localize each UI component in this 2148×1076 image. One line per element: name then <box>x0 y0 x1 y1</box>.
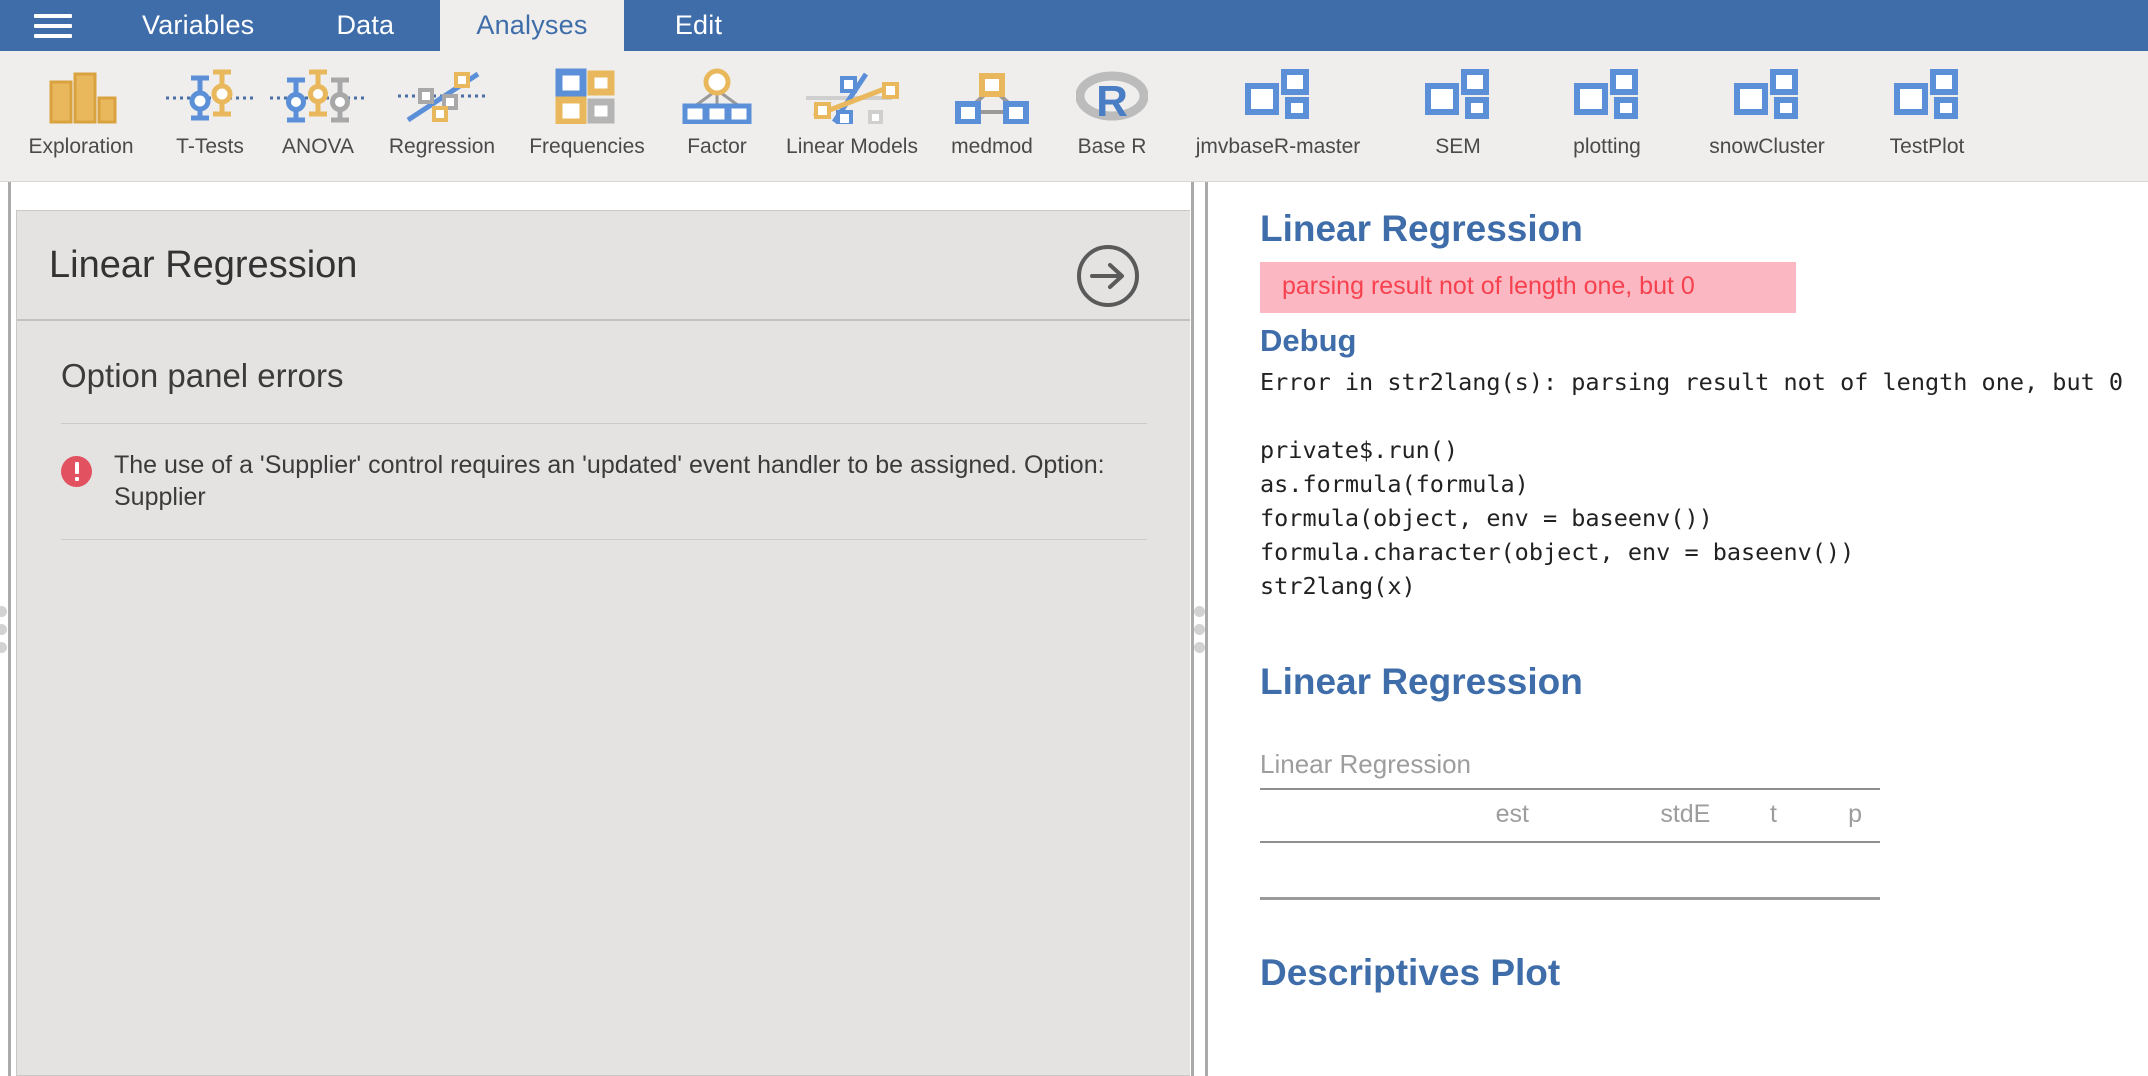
table-col-stde: stdE <box>1547 789 1728 842</box>
hamburger-menu-button[interactable] <box>0 0 106 51</box>
bar-chart-icon <box>6 65 156 127</box>
results-error-banner: parsing result not of length one, but 0 <box>1260 262 1796 313</box>
regression-scatter-icon <box>372 65 512 127</box>
ribbon-label-testplot: TestPlot <box>1890 135 1965 159</box>
svg-text:R: R <box>1096 77 1128 124</box>
table-header-row: est stdE t p <box>1260 789 1880 842</box>
ribbon-label-jmvbaser-master: jmvbaseR-master <box>1196 135 1361 159</box>
ribbon-label-snowcluster: snowCluster <box>1709 135 1825 159</box>
module-squares-icon <box>1172 65 1384 127</box>
linear-models-icon <box>772 65 932 127</box>
top-tab-bar: Variables Data Analyses Edit <box>0 0 2148 51</box>
ribbon-item-regression[interactable]: Regression <box>372 51 512 159</box>
ttest-icon <box>156 65 264 127</box>
ribbon-label-regression: Regression <box>389 135 495 159</box>
table-col-est: est <box>1410 789 1547 842</box>
ribbon-item-anova[interactable]: ANOVA <box>264 51 372 159</box>
module-squares-icon <box>1852 65 2002 127</box>
hamburger-icon <box>34 8 72 44</box>
four-squares-icon <box>512 65 662 127</box>
table-col-t: t <box>1728 789 1795 842</box>
ribbon-label-frequencies: Frequencies <box>529 135 645 159</box>
ribbon-label-factor: Factor <box>687 135 747 159</box>
ribbon-label-anova: ANOVA <box>282 135 354 159</box>
ribbon-item-sem[interactable]: SEM <box>1384 51 1532 159</box>
error-exclamation-icon <box>61 456 92 487</box>
ribbon-label-t-tests: T-Tests <box>176 135 244 159</box>
ribbon-item-medmod[interactable]: medmod <box>932 51 1052 159</box>
tab-variables[interactable]: Variables <box>106 0 290 51</box>
ribbon-item-exploration[interactable]: Exploration <box>6 51 156 159</box>
tab-analyses[interactable]: Analyses <box>440 0 623 51</box>
tab-data[interactable]: Data <box>290 0 440 51</box>
splitter-bar <box>8 182 11 1076</box>
r-logo-icon: R <box>1052 65 1172 127</box>
descriptives-plot-heading: Descriptives Plot <box>1260 952 2108 994</box>
ribbon-item-plotting[interactable]: plotting <box>1532 51 1682 159</box>
debug-heading: Debug <box>1260 323 2108 359</box>
mediation-triangle-icon <box>932 65 1052 127</box>
linear-regression-table: Linear Regression est stdE t p <box>1260 749 1880 900</box>
ribbon-label-exploration: Exploration <box>28 135 133 159</box>
ribbon-item-t-tests[interactable]: T-Tests <box>156 51 264 159</box>
ribbon-item-base-r[interactable]: R Base R <box>1052 51 1172 159</box>
analyses-ribbon: Exploration T-Tests <box>0 51 2148 182</box>
factor-tree-icon <box>662 65 772 127</box>
options-panel-header: Linear Regression <box>17 211 1191 321</box>
results-panel[interactable]: Linear Regression parsing result not of … <box>1212 182 2148 1076</box>
ribbon-item-frequencies[interactable]: Frequencies <box>512 51 662 159</box>
main-split-area: Linear Regression Option panel errors Th… <box>0 182 2148 1076</box>
module-squares-icon <box>1682 65 1852 127</box>
splitter-bar <box>1205 182 1208 1076</box>
ribbon-label-plotting: plotting <box>1573 135 1641 159</box>
jamovi-window: Variables Data Analyses Edit Exploration <box>0 0 2148 1076</box>
right-panel-resize-handle[interactable] <box>1190 182 1208 1076</box>
table-caption: Linear Regression <box>1260 749 1880 788</box>
table-body <box>1260 842 1880 898</box>
ribbon-label-medmod: medmod <box>951 135 1033 159</box>
tab-edit[interactable]: Edit <box>624 0 774 51</box>
module-squares-icon <box>1532 65 1682 127</box>
ribbon-item-factor[interactable]: Factor <box>662 51 772 159</box>
results-heading: Linear Regression <box>1260 208 2108 250</box>
option-error-message: The use of a 'Supplier' control requires… <box>114 450 1131 513</box>
splitter-grip-dots <box>1194 599 1205 660</box>
ribbon-item-jmvbaser-master[interactable]: jmvbaseR-master <box>1172 51 1384 159</box>
ribbon-item-linear-models[interactable]: Linear Models <box>772 51 932 159</box>
ribbon-label-linear-models: Linear Models <box>786 135 918 159</box>
ribbon-label-sem: SEM <box>1435 135 1481 159</box>
option-error-item: The use of a 'Supplier' control requires… <box>17 424 1191 539</box>
module-squares-icon <box>1384 65 1532 127</box>
table-col-p: p <box>1795 789 1880 842</box>
table-empty-row <box>1260 842 1880 898</box>
ribbon-label-base-r: Base R <box>1078 135 1147 159</box>
ribbon-item-snowcluster[interactable]: snowCluster <box>1682 51 1852 159</box>
anova-icon <box>264 65 372 127</box>
splitter-grip-dots <box>0 599 7 660</box>
results-table-heading: Linear Regression <box>1260 661 2108 703</box>
ribbon-item-testplot[interactable]: TestPlot <box>1852 51 2002 159</box>
divider <box>61 539 1147 540</box>
table-col-blank <box>1260 789 1410 842</box>
table-empty-cell <box>1260 842 1880 898</box>
options-panel-title: Linear Regression <box>49 244 357 287</box>
option-panel-errors-title: Option panel errors <box>17 321 1191 423</box>
analysis-options-panel: Linear Regression Option panel errors Th… <box>16 210 1192 1076</box>
arrow-right-circle-icon[interactable] <box>1075 243 1141 309</box>
debug-stack-trace: Error in str2lang(s): parsing result not… <box>1260 365 2108 603</box>
